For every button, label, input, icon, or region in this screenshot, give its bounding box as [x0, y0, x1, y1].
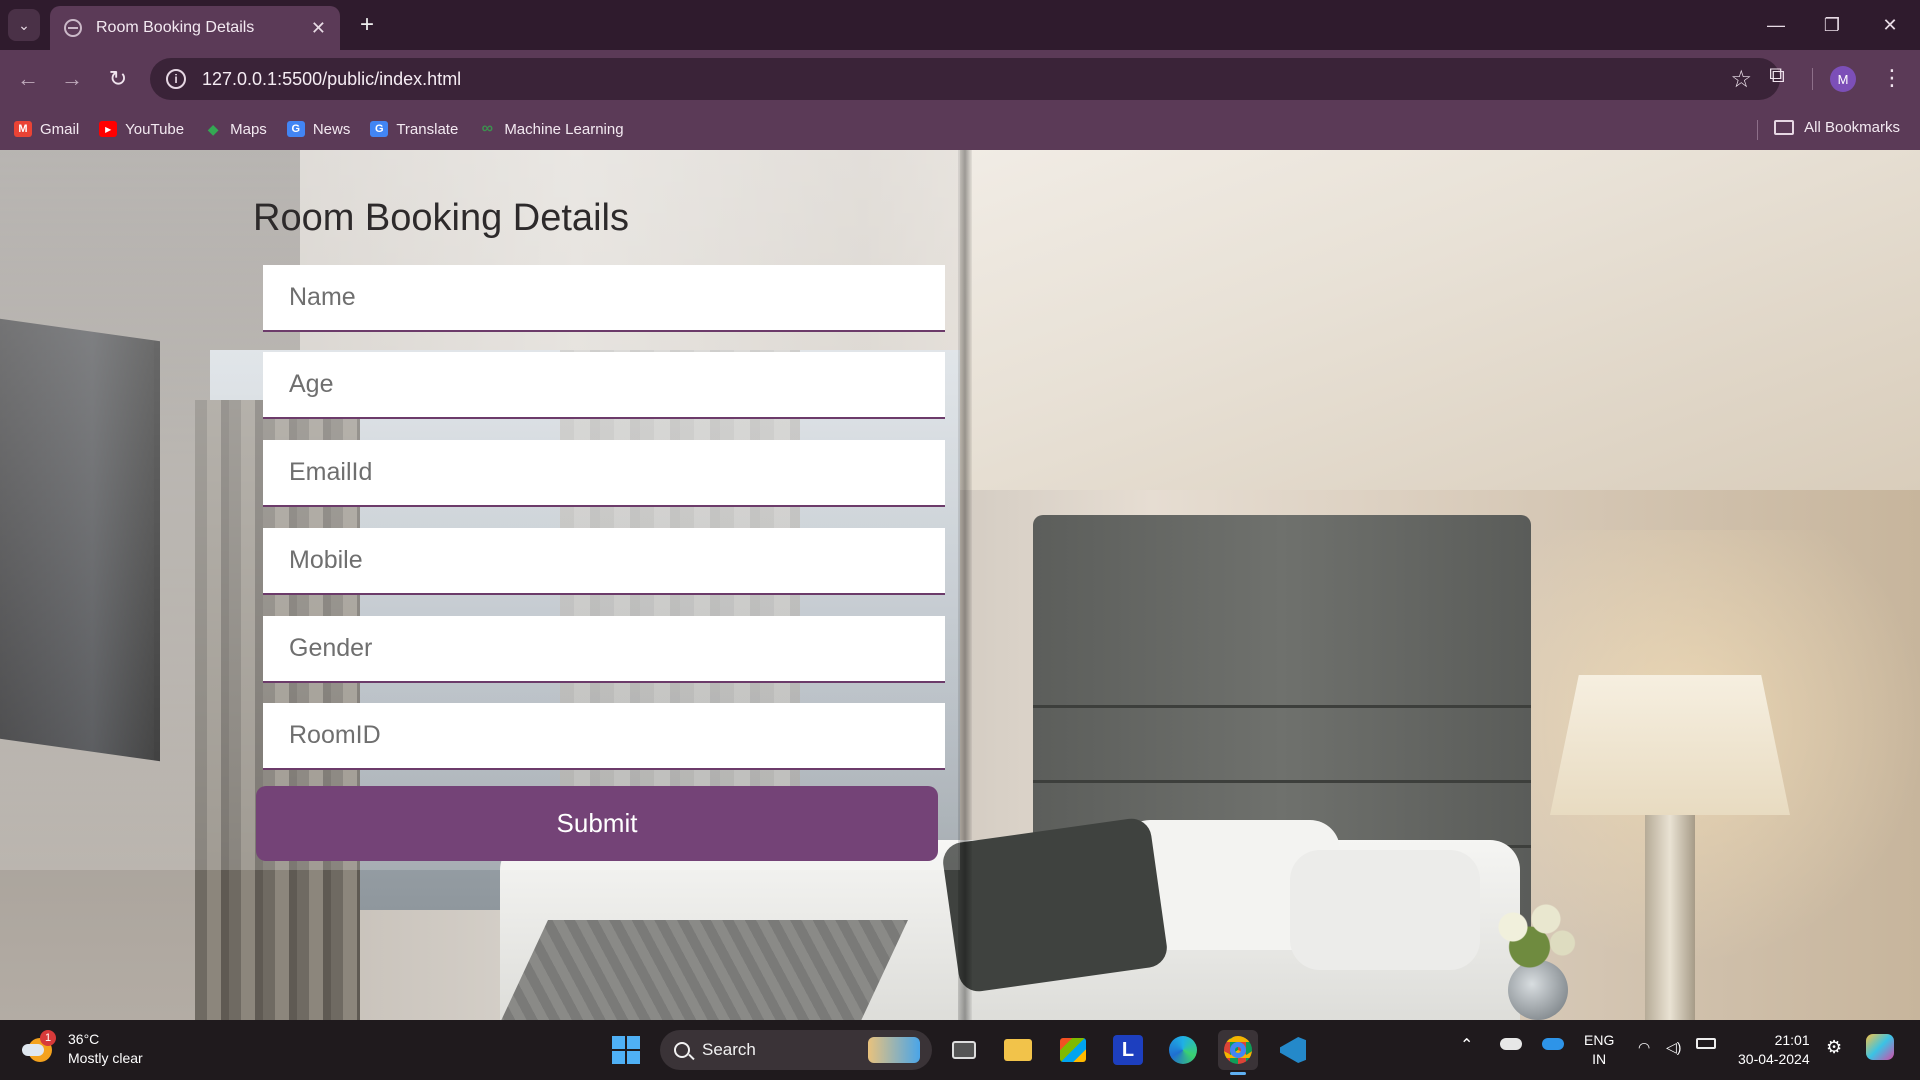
search-label: Search	[702, 1040, 756, 1059]
site-info-icon[interactable]: i	[166, 69, 186, 89]
tab-title: Room Booking Details	[96, 19, 255, 36]
wifi-icon[interactable]: ◠	[1638, 1038, 1650, 1057]
restore-button[interactable]: ❐	[1812, 8, 1852, 42]
forward-arrow-icon[interactable]: →	[56, 63, 88, 95]
profile-avatar[interactable]: M	[1830, 66, 1856, 92]
show-hidden-icons[interactable]: ⌃	[1460, 1036, 1473, 1055]
settings-gear-icon[interactable]: ⚙	[1826, 1038, 1842, 1057]
microsoft-store-icon[interactable]	[1053, 1030, 1093, 1070]
weather-condition: Mostly clear	[68, 1050, 143, 1066]
name-input[interactable]	[263, 265, 945, 332]
extensions-icon[interactable]: ⧉	[1762, 60, 1792, 90]
bookmark-machine-learning[interactable]: ∞ Machine Learning	[478, 120, 624, 138]
bookmark-label: Gmail	[40, 120, 80, 138]
reload-icon[interactable]: ↻	[102, 63, 134, 95]
active-tab[interactable]: Room Booking Details ✕	[50, 6, 340, 50]
active-app-indicator	[1230, 1072, 1246, 1075]
clock[interactable]: 21:01 30-04-2024	[1738, 1031, 1810, 1069]
email-input[interactable]	[263, 440, 945, 507]
bookmark-label: News	[312, 120, 351, 138]
edge-icon[interactable]	[1163, 1030, 1203, 1070]
bookmark-maps[interactable]: ◆ Maps	[204, 121, 267, 138]
weather-temp: 36°C	[68, 1031, 100, 1047]
search-icon	[674, 1042, 690, 1058]
weather-widget[interactable]: 1 36°C Mostly clear	[22, 1030, 143, 1068]
taskbar-search[interactable]: Search	[660, 1030, 932, 1070]
bookmark-youtube[interactable]: ▶ YouTube	[99, 121, 184, 138]
youtube-icon: ▶	[99, 121, 118, 137]
bookmark-gmail[interactable]: M Gmail	[14, 121, 79, 138]
tab-strip: ⌄ Room Booking Details ✕ + — ❐ ✕	[0, 0, 1920, 50]
tab-close-icon[interactable]: ✕	[311, 18, 326, 39]
ml-icon: ∞	[481, 120, 494, 137]
background-lampshade	[1550, 675, 1790, 815]
bookmark-label: YouTube	[125, 120, 185, 138]
background-pillow	[940, 816, 1170, 994]
vscode-icon[interactable]	[1273, 1030, 1313, 1070]
app-l-icon[interactable]: L	[1108, 1030, 1148, 1070]
maps-icon: ◆	[207, 120, 219, 137]
file-explorer-icon[interactable]	[998, 1030, 1038, 1070]
gmail-icon: M	[14, 121, 32, 137]
submit-button[interactable]: Submit	[256, 786, 938, 861]
volume-icon[interactable]: ◁)	[1666, 1038, 1681, 1057]
news-icon: G	[286, 121, 305, 137]
background-ceiling	[960, 150, 1920, 490]
background-flowers	[1480, 895, 1590, 975]
start-button[interactable]	[606, 1030, 646, 1070]
toolbar-divider	[1812, 68, 1813, 90]
weather-icon: 1	[22, 1030, 56, 1064]
all-bookmarks-button[interactable]: All Bookmarks	[1774, 119, 1900, 136]
gender-input[interactable]	[263, 616, 945, 683]
bookmark-news[interactable]: G News	[286, 120, 351, 138]
globe-icon	[64, 19, 82, 37]
lang-code: ENG	[1584, 1032, 1615, 1048]
bookmark-translate[interactable]: G Translate	[370, 121, 458, 138]
menu-kebab-icon[interactable]: ⋮	[1880, 62, 1904, 94]
minimize-button[interactable]: —	[1756, 8, 1796, 42]
bookmark-label: Maps	[230, 120, 267, 138]
browser-toolbar: ← → ↻ i 127.0.0.1:5500/public/index.html…	[0, 50, 1920, 108]
age-input[interactable]	[263, 352, 945, 419]
windows-taskbar: 1 36°C Mostly clear Search L ⌃ ENG IN ◠ …	[0, 1020, 1920, 1080]
close-window-button[interactable]: ✕	[1870, 8, 1910, 42]
onedrive-icon[interactable]	[1500, 1038, 1522, 1050]
copilot-icon[interactable]	[1866, 1034, 1894, 1060]
bookmark-label: Machine Learning	[504, 120, 624, 138]
chrome-icon[interactable]	[1218, 1030, 1258, 1070]
folder-icon	[1774, 120, 1795, 135]
bookmark-star-icon[interactable]: ☆	[1730, 65, 1752, 94]
tab-search-button[interactable]: ⌄	[8, 9, 40, 41]
mobile-input[interactable]	[263, 528, 945, 595]
bookmarks-divider	[1757, 120, 1758, 140]
clock-time: 21:01	[1774, 1032, 1810, 1048]
new-tab-button[interactable]: +	[352, 10, 382, 40]
background-lamp-base	[1645, 815, 1695, 1020]
url-text[interactable]: 127.0.0.1:5500/public/index.html	[202, 69, 461, 90]
translate-icon: G	[370, 121, 389, 137]
task-view-icon[interactable]	[944, 1030, 984, 1070]
bookmarks-bar: M Gmail ▶ YouTube ◆ Maps G News G Transl…	[0, 108, 1920, 150]
panel-divider	[958, 150, 972, 1020]
background-throw-blanket	[492, 920, 908, 1020]
headboard-seam	[1033, 780, 1531, 783]
region-code: IN	[1592, 1051, 1607, 1067]
clock-date: 30-04-2024	[1738, 1051, 1810, 1067]
all-bookmarks-label: All Bookmarks	[1804, 119, 1900, 136]
page-viewport: Room Booking Details Submit	[0, 150, 1920, 1020]
back-arrow-icon[interactable]: ←	[12, 63, 44, 95]
roomid-input[interactable]	[263, 703, 945, 770]
onedrive-blue-icon[interactable]	[1542, 1038, 1564, 1050]
windows-logo-icon	[612, 1036, 640, 1064]
notification-badge: 1	[40, 1030, 56, 1046]
search-highlight-icon	[868, 1037, 920, 1063]
page-title: Room Booking Details	[253, 197, 629, 239]
headboard-seam	[1033, 705, 1531, 708]
bookmark-label: Translate	[396, 120, 459, 138]
background-pillow	[1290, 850, 1480, 970]
language-indicator[interactable]: ENG IN	[1584, 1031, 1614, 1069]
address-bar[interactable]: i 127.0.0.1:5500/public/index.html ☆	[150, 58, 1780, 100]
battery-icon[interactable]	[1696, 1038, 1716, 1049]
